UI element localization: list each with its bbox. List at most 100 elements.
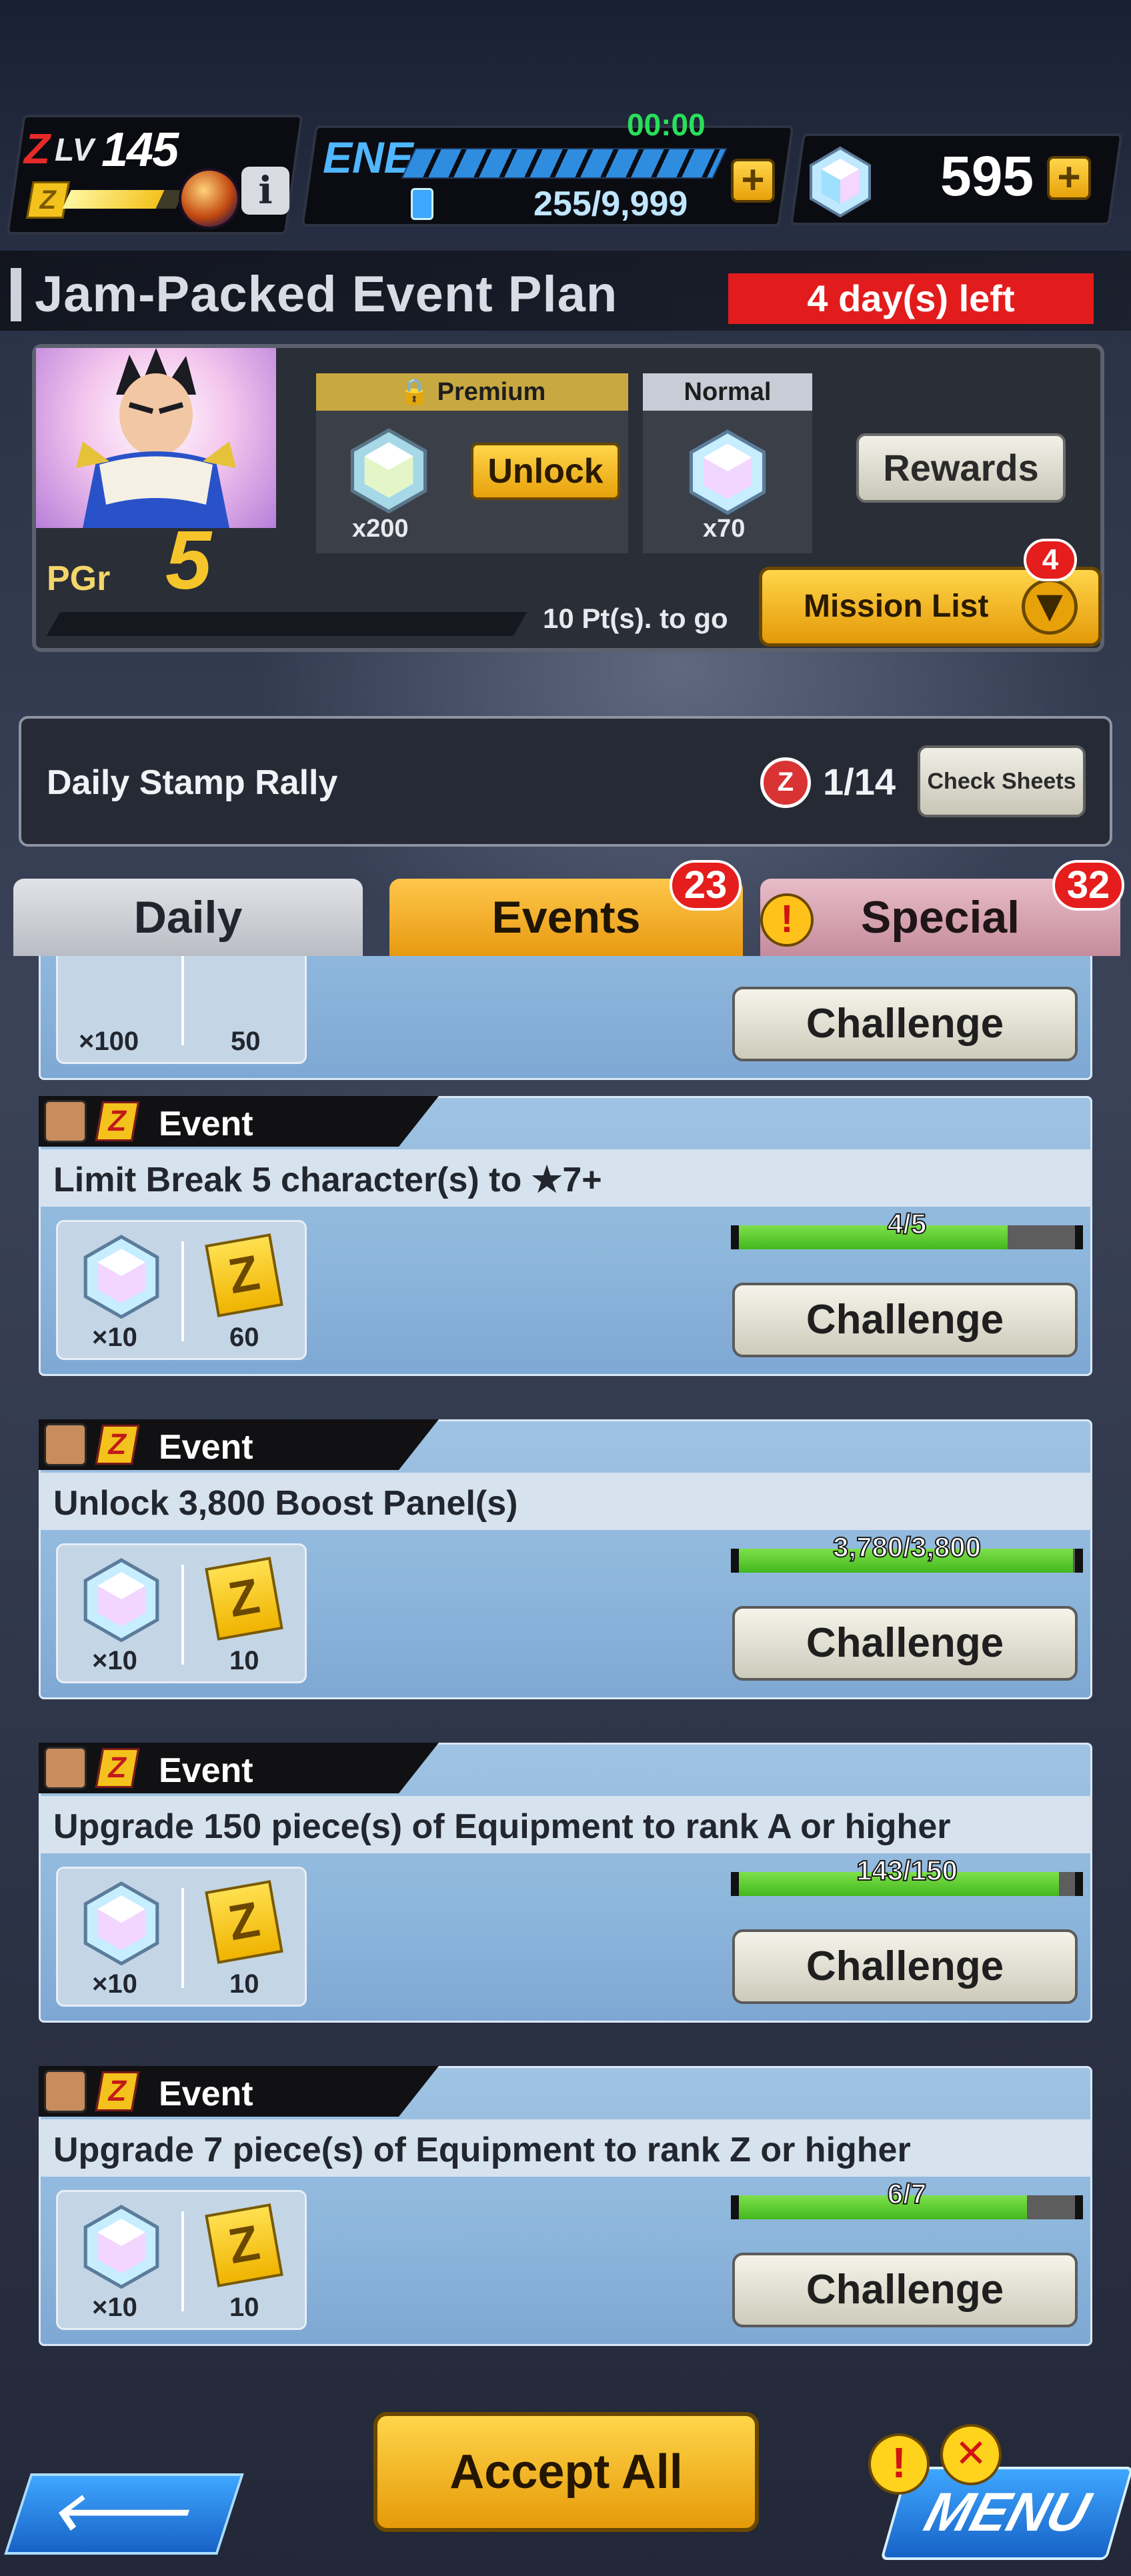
vegeta-portrait-art: [76, 348, 236, 528]
character-portrait: [36, 348, 276, 528]
normal-crystal-icon: [689, 429, 766, 515]
mission-card: Z Event Upgrade 150 piece(s) of Equipmen…: [39, 1743, 1092, 2023]
progress-text: 143/150: [856, 1854, 958, 1887]
z-icon: Z: [95, 1425, 140, 1465]
exp-bar-fill: [62, 190, 165, 209]
mission-card: ×100 50 Challenge: [39, 956, 1092, 1080]
premium-qty: x200: [352, 515, 409, 543]
reward-divider: [181, 1565, 184, 1665]
character-face-icon: [44, 2070, 87, 2113]
mission-card: Z Event Unlock 3,800 Boost Panel(s) Z ×1…: [39, 1419, 1092, 1699]
info-icon[interactable]: i: [241, 167, 289, 215]
reward-divider: [181, 1888, 184, 1988]
level-value: 145: [101, 123, 179, 177]
mission-description: Limit Break 5 character(s) to ★7+: [53, 1161, 602, 1199]
header-accent: [11, 268, 21, 321]
stamp-icon: Z: [760, 757, 811, 808]
check-sheets-button[interactable]: Check Sheets: [918, 745, 1086, 817]
menu-alert-icon: !: [868, 2433, 930, 2495]
reward-gem-qty: ×10: [92, 1969, 137, 1999]
z-icon: Z: [95, 1101, 140, 1141]
mission-type: Event: [159, 1428, 253, 1467]
energy-bar: [401, 148, 728, 179]
level-label: LV: [55, 133, 94, 168]
battery-icon: [411, 188, 433, 220]
mission-description: Unlock 3,800 Boost Panel(s): [53, 1484, 518, 1523]
crystal-reward-icon: [83, 1558, 159, 1642]
normal-label: Normal: [643, 373, 812, 411]
premium-label: 🔒 Premium: [316, 373, 628, 411]
reward-divider: [181, 956, 184, 1045]
progress-text: 3,780/3,800: [832, 1531, 982, 1563]
normal-qty: x70: [703, 515, 746, 543]
stamp-rally-title: Daily Stamp Rally: [47, 763, 338, 802]
character-face-icon: [44, 1747, 87, 1789]
mission-description: Upgrade 150 piece(s) of Equipment to ran…: [53, 1807, 951, 1846]
reward-z-qty: 10: [229, 1969, 259, 1999]
challenge-button[interactable]: Challenge: [732, 1283, 1078, 1357]
pgr-label: PGr: [47, 559, 111, 598]
challenge-button[interactable]: Challenge: [732, 987, 1078, 1061]
dragon-ball-icon[interactable]: [179, 168, 240, 229]
chrono-crystal-icon: [810, 146, 871, 218]
character-face-icon: [44, 1100, 87, 1143]
points-to-go: 10 Pt(s). to go: [543, 603, 728, 634]
event-title: Jam-Packed Event Plan: [35, 266, 618, 323]
reward-divider: [181, 2211, 184, 2311]
pgr-value: 5: [165, 515, 211, 607]
mission-list[interactable]: ×100 50 Challenge Z Event Limit Break 5 …: [27, 956, 1107, 2353]
exp-z-icon: Z: [26, 181, 70, 219]
z-icon: Z: [95, 2071, 140, 2111]
energy-label: ENE: [323, 133, 413, 182]
add-energy-button[interactable]: +: [731, 159, 775, 203]
reward-z-qty: 60: [229, 1323, 259, 1352]
back-button[interactable]: 🡐: [4, 2473, 244, 2555]
time-left-badge: 4 day(s) left: [728, 273, 1094, 324]
reward-gem-qty: ×10: [92, 1646, 137, 1675]
z-icon: Z: [95, 1748, 140, 1788]
z-medal-icon: Z: [205, 1557, 283, 1641]
crystal-count: 595: [940, 145, 1034, 207]
reward-divider: [181, 1241, 184, 1341]
mission-card: Z Event Limit Break 5 character(s) to ★7…: [39, 1096, 1092, 1376]
premium-crystal-icon: [350, 428, 427, 513]
rank-prefix: Z: [24, 125, 51, 173]
chevron-down-icon[interactable]: ▼: [1022, 579, 1078, 635]
mission-card: Z Event Upgrade 7 piece(s) of Equipment …: [39, 2066, 1092, 2346]
reward-gem-qty: ×100: [79, 1027, 139, 1056]
mission-description: Upgrade 7 piece(s) of Equipment to rank …: [53, 2131, 911, 2169]
progress-text: 6/7: [887, 2177, 927, 2210]
tab-daily[interactable]: Daily: [13, 879, 363, 956]
z-medal-icon: Z: [205, 1233, 283, 1317]
reward-z-qty: 50: [231, 1027, 261, 1056]
rewards-button[interactable]: Rewards: [856, 433, 1066, 503]
energy-timer: 00:00: [627, 107, 706, 142]
mission-count-badge: 4: [1024, 539, 1077, 581]
add-crystals-button[interactable]: +: [1047, 156, 1091, 200]
mission-type: Event: [159, 1105, 253, 1143]
stamp-count: 1/14: [823, 761, 896, 803]
events-count-badge: 23: [670, 860, 742, 911]
accept-all-button[interactable]: Accept All: [373, 2412, 759, 2532]
energy-value: 255/9,999: [533, 185, 688, 223]
special-count-badge: 32: [1052, 860, 1124, 911]
premium-text: Premium: [437, 378, 546, 406]
z-medal-icon: Z: [205, 1880, 283, 1964]
progress-text: 4/5: [887, 1207, 927, 1240]
unlock-button[interactable]: Unlock: [471, 443, 620, 500]
z-medal-icon: Z: [205, 2203, 283, 2287]
back-arrow-icon: 🡐: [45, 2482, 205, 2542]
reward-gem-qty: ×10: [92, 1323, 137, 1352]
mission-type: Event: [159, 1751, 253, 1790]
challenge-button[interactable]: Challenge: [732, 1606, 1078, 1681]
reward-z-qty: 10: [229, 2293, 259, 2322]
reward-z-qty: 10: [229, 1646, 259, 1675]
crystal-reward-icon: [83, 1235, 159, 1319]
character-face-icon: [44, 1423, 87, 1466]
mission-type: Event: [159, 2075, 253, 2113]
pgr-progress-bar: [46, 612, 527, 636]
crystal-reward-icon: [83, 1881, 159, 1965]
reward-gem-qty: ×10: [92, 2293, 137, 2322]
challenge-button[interactable]: Challenge: [732, 1929, 1078, 2004]
challenge-button[interactable]: Challenge: [732, 2253, 1078, 2327]
